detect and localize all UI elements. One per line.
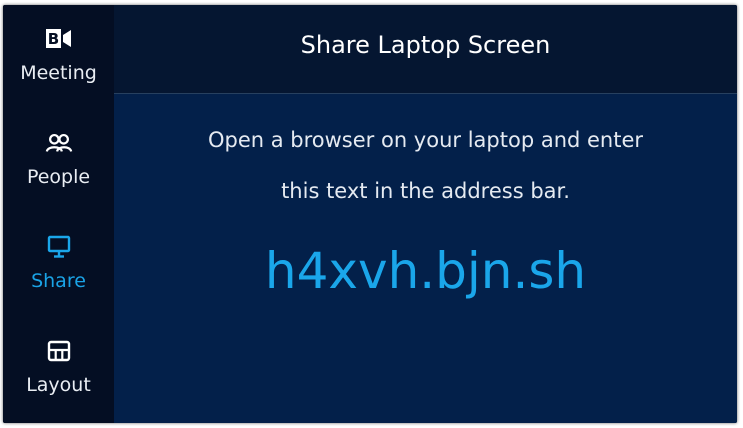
people-icon [45,131,73,155]
sidebar-item-people[interactable]: People [3,109,114,213]
sidebar-item-label: Share [31,270,86,292]
page-title: Share Laptop Screen [300,31,551,59]
panel-header: Share Laptop Screen [114,5,737,94]
sidebar-item-layout[interactable]: Layout [3,317,114,421]
sidebar-item-label: Meeting [20,62,97,84]
sidebar-item-label: People [26,166,91,188]
sidebar-item-share[interactable]: Share [3,213,114,317]
share-url-code: h4xvh.bjn.sh [264,242,587,300]
share-panel: Share Laptop Screen Open a browser on yo… [114,5,737,423]
sidebar-nav: B Meeting People Share Layout [3,5,114,423]
sidebar-item-meeting[interactable]: B Meeting [3,5,114,109]
monitor-icon [45,235,73,259]
meeting-camera-icon: B [45,27,73,51]
layout-grid-icon [45,339,73,363]
share-instructions: Open a browser on your laptop and enter … [114,115,737,217]
sidebar-item-label: Layout [26,374,91,396]
svg-text:B: B [47,30,58,48]
app-window: B Meeting People Share Layout Share Lapt… [3,5,737,423]
instruction-line: Open a browser on your laptop and enter [207,128,644,152]
instruction-line: this text in the address bar. [281,179,570,203]
